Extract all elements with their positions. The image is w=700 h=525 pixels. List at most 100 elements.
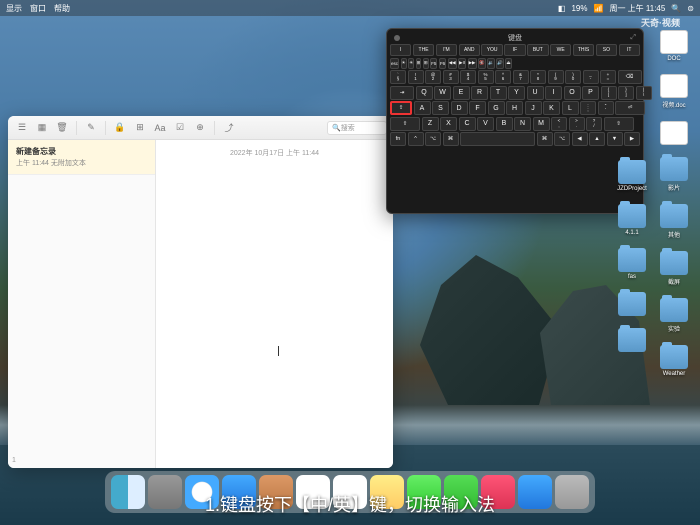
letter-key-k[interactable]: K bbox=[543, 101, 560, 115]
letter-key-r[interactable]: R bbox=[471, 86, 488, 100]
punct-key[interactable]: ?/ bbox=[586, 117, 602, 131]
letter-key-a[interactable]: A bbox=[414, 101, 431, 115]
fn-key[interactable]: ⏏ bbox=[505, 58, 511, 69]
punct-key[interactable]: <, bbox=[551, 117, 567, 131]
num-key[interactable]: @2 bbox=[425, 70, 441, 84]
letter-key-h[interactable]: H bbox=[506, 101, 523, 115]
fn-key[interactable]: ☀ bbox=[408, 58, 414, 69]
num-key[interactable]: &7 bbox=[513, 70, 529, 84]
fn-key[interactable]: ▶II bbox=[458, 58, 466, 69]
delete-icon[interactable]: 🗑 bbox=[54, 120, 70, 136]
share-icon[interactable]: ⤴ bbox=[221, 120, 237, 136]
num-key[interactable]: %5 bbox=[478, 70, 494, 84]
suggestion-key[interactable]: THE bbox=[413, 44, 434, 56]
desktop-icon[interactable]: Weather bbox=[656, 345, 692, 377]
num-key[interactable]: #3 bbox=[443, 70, 459, 84]
letter-key-v[interactable]: V bbox=[477, 117, 494, 131]
caps-key[interactable]: ⇪ bbox=[390, 101, 412, 115]
desktop-icon[interactable] bbox=[614, 328, 650, 352]
fn-key[interactable]: F5 bbox=[430, 58, 437, 69]
suggestion-key[interactable]: AND bbox=[459, 44, 480, 56]
shift-key[interactable]: ⇧ bbox=[390, 117, 420, 131]
suggestion-key[interactable]: IF bbox=[504, 44, 525, 56]
expand-icon[interactable]: ⤢ bbox=[630, 34, 636, 42]
arrow-key[interactable]: ▼ bbox=[607, 132, 623, 146]
space-key[interactable] bbox=[460, 132, 535, 146]
letter-key-p[interactable]: P bbox=[582, 86, 599, 100]
letter-key-s[interactable]: S bbox=[432, 101, 449, 115]
fn-key[interactable]: esc bbox=[390, 58, 399, 69]
battery-icon[interactable]: ◧ bbox=[558, 4, 566, 13]
desktop-icon[interactable] bbox=[614, 292, 650, 316]
control-center-icon[interactable]: ⊜ bbox=[687, 4, 694, 13]
suggestion-key[interactable]: IT bbox=[619, 44, 640, 56]
num-key[interactable]: $4 bbox=[460, 70, 476, 84]
desktop-icon[interactable]: DOC bbox=[656, 30, 692, 62]
desktop-icon[interactable]: 视频.doc bbox=[656, 74, 692, 109]
num-key[interactable]: *8 bbox=[530, 70, 546, 84]
format-icon[interactable]: Aa bbox=[152, 120, 168, 136]
new-note-icon[interactable]: ✎ bbox=[83, 120, 99, 136]
suggestion-key[interactable]: I'M bbox=[436, 44, 457, 56]
opt-key-right[interactable]: ⌥ bbox=[554, 132, 570, 146]
delete-key[interactable]: ⌫ bbox=[618, 70, 642, 84]
fn-key[interactable]: 🔊 bbox=[496, 58, 504, 69]
desktop-icon[interactable]: 截屏 bbox=[656, 251, 692, 286]
suggestion-key[interactable]: YOU bbox=[481, 44, 502, 56]
num-key[interactable]: `§ bbox=[390, 70, 406, 84]
letter-key-i[interactable]: I bbox=[545, 86, 562, 100]
fn-key[interactable]: ☀ bbox=[401, 58, 407, 69]
mod-key[interactable]: ^ bbox=[408, 132, 424, 146]
mod-key[interactable]: ⌥ bbox=[425, 132, 441, 146]
suggestion-key[interactable]: BUT bbox=[527, 44, 548, 56]
note-editor[interactable]: 2022年 10月17日 上午 11:44 bbox=[156, 140, 393, 468]
fn-key[interactable]: ▶▶ bbox=[468, 58, 477, 69]
desktop-icon[interactable] bbox=[656, 121, 692, 145]
enter-key[interactable]: ⏎ bbox=[615, 101, 645, 115]
list-view-icon[interactable]: ☰ bbox=[14, 120, 30, 136]
num-key[interactable]: (9 bbox=[548, 70, 564, 84]
letter-key-c[interactable]: C bbox=[459, 117, 476, 131]
num-key[interactable]: _- bbox=[583, 70, 599, 84]
num-key[interactable]: !1 bbox=[408, 70, 424, 84]
desktop-icon[interactable]: 4.1.1 bbox=[614, 204, 650, 236]
fn-key[interactable]: ◀◀ bbox=[448, 58, 457, 69]
menu-window[interactable]: 窗口 bbox=[30, 3, 46, 14]
letter-key-f[interactable]: F bbox=[469, 101, 486, 115]
letter-key-n[interactable]: N bbox=[514, 117, 531, 131]
table-icon[interactable]: ⊞ bbox=[132, 120, 148, 136]
suggestion-key[interactable]: I bbox=[390, 44, 411, 56]
search-icon[interactable]: 🔍 bbox=[671, 4, 681, 13]
bracket-key[interactable]: }] bbox=[618, 86, 634, 100]
fn-key[interactable]: ⊞ bbox=[416, 58, 422, 69]
arrow-key[interactable]: ▲ bbox=[589, 132, 605, 146]
desktop-icon[interactable]: fas bbox=[614, 248, 650, 280]
desktop-icon[interactable]: 实验 bbox=[656, 298, 692, 333]
num-key[interactable]: += bbox=[600, 70, 616, 84]
letter-key-u[interactable]: U bbox=[527, 86, 544, 100]
checklist-icon[interactable]: ☑ bbox=[172, 120, 188, 136]
bracket-key[interactable]: |\ bbox=[636, 86, 652, 100]
fn-key[interactable]: 🔉 bbox=[487, 58, 495, 69]
cmd-key-right[interactable]: ⌘ bbox=[537, 132, 553, 146]
close-icon[interactable] bbox=[394, 35, 400, 41]
letter-key-m[interactable]: M bbox=[533, 117, 550, 131]
punct-key[interactable]: :; bbox=[580, 101, 596, 115]
letter-key-x[interactable]: X bbox=[440, 117, 457, 131]
note-list-item[interactable]: 新建备忘录 上午 11:44 无附加文本 bbox=[8, 140, 155, 175]
punct-key[interactable]: "' bbox=[598, 101, 614, 115]
suggestion-key[interactable]: WE bbox=[550, 44, 571, 56]
letter-key-t[interactable]: T bbox=[490, 86, 507, 100]
letter-key-j[interactable]: J bbox=[525, 101, 542, 115]
grid-view-icon[interactable]: ▦ bbox=[34, 120, 50, 136]
letter-key-q[interactable]: Q bbox=[416, 86, 433, 100]
mod-key[interactable]: ⌘ bbox=[443, 132, 459, 146]
fn-key[interactable]: ⊞ bbox=[423, 58, 429, 69]
letter-key-d[interactable]: D bbox=[451, 101, 468, 115]
fn-key[interactable]: 🔇 bbox=[478, 58, 486, 69]
letter-key-w[interactable]: W bbox=[434, 86, 451, 100]
letter-key-l[interactable]: L bbox=[562, 101, 579, 115]
shift-key-right[interactable]: ⇧ bbox=[604, 117, 634, 131]
letter-key-g[interactable]: G bbox=[488, 101, 505, 115]
menu-help[interactable]: 帮助 bbox=[54, 3, 70, 14]
